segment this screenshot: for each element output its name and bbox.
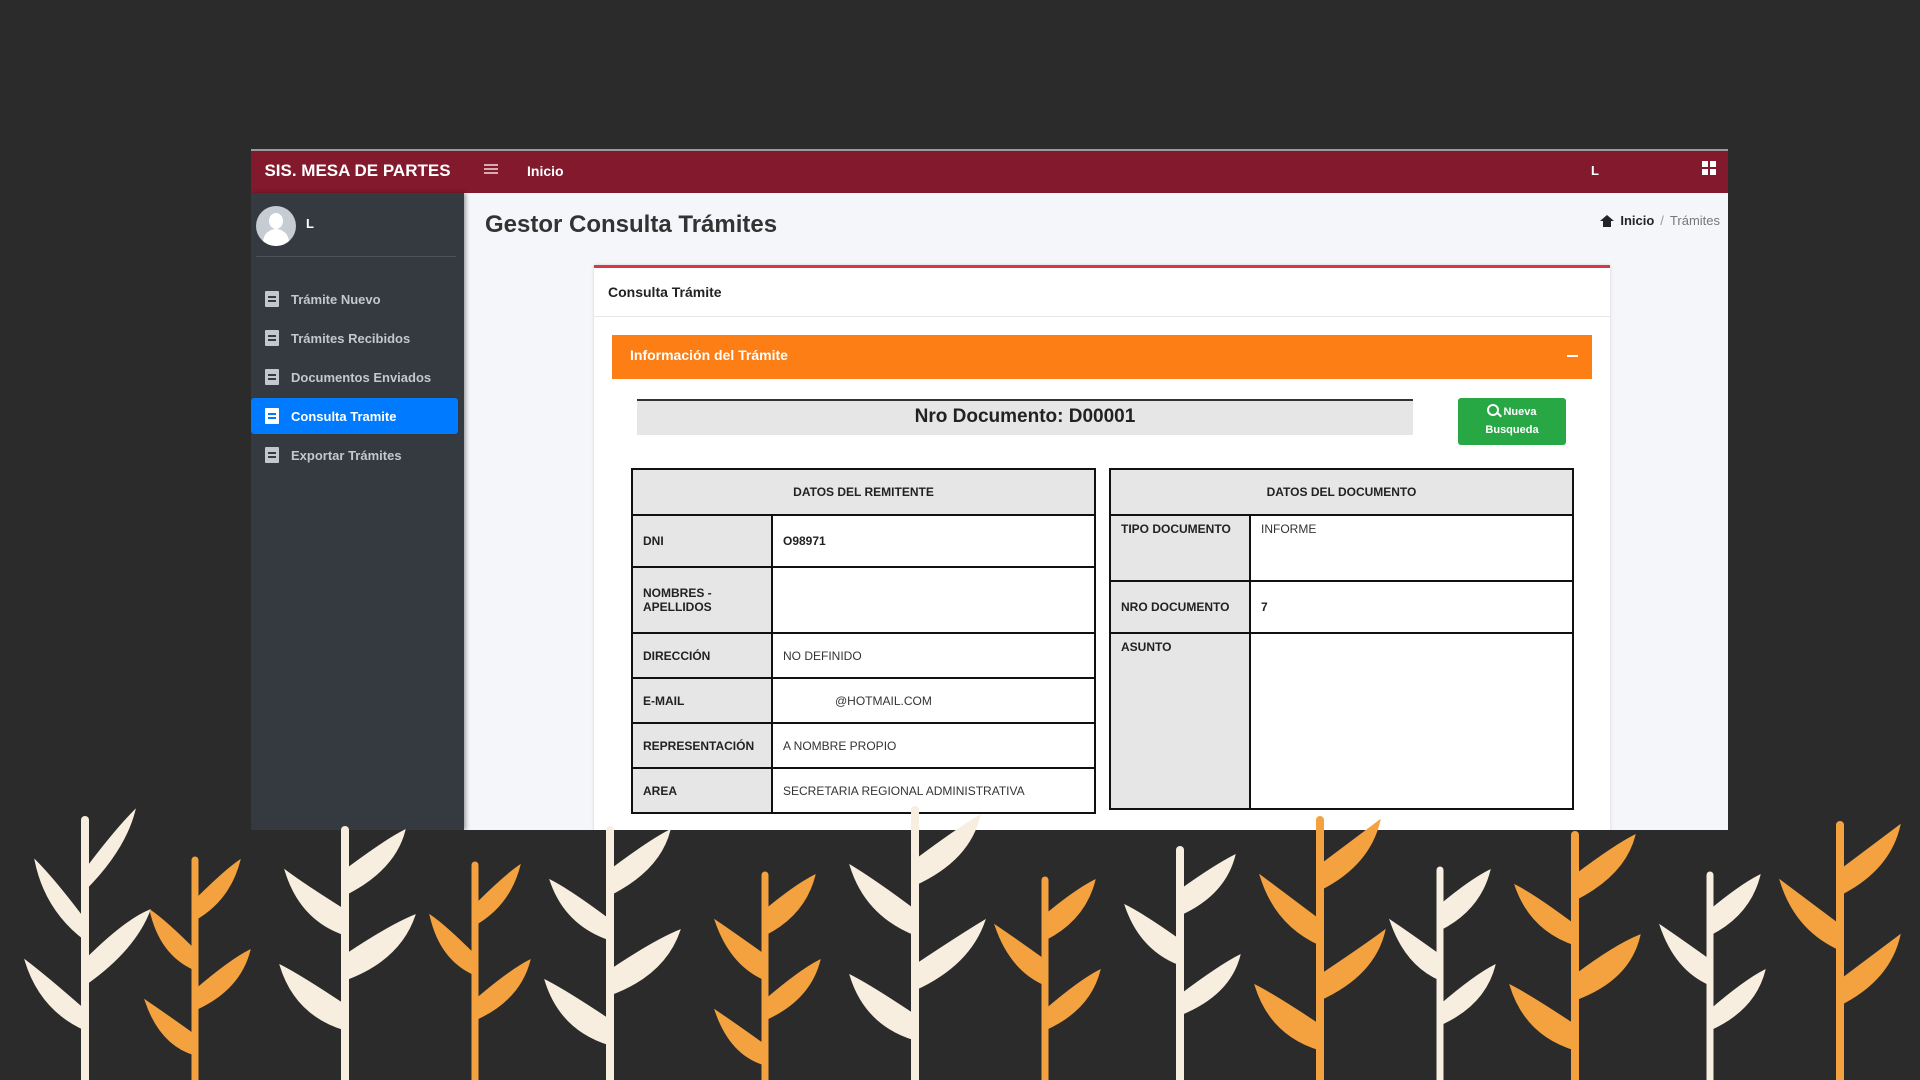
- nombres-label: NOMBRES - APELLIDOS: [631, 566, 773, 634]
- info-tramite-title: Información del Trámite: [630, 347, 788, 363]
- dni-label: DNI: [631, 514, 773, 568]
- breadcrumb: Inicio / Trámites: [1600, 213, 1720, 228]
- file-plus-icon: [265, 291, 279, 307]
- nro-documento-value: 7: [1249, 580, 1574, 634]
- sidebar-user-name[interactable]: L: [306, 216, 314, 231]
- sidebar-item-label: Documentos Enviados: [291, 369, 432, 385]
- representacion-value: A NOMBRE PROPIO: [771, 722, 1096, 769]
- sidebar-item-documentos-enviados[interactable]: Documentos Enviados: [251, 359, 458, 395]
- card-header: Consulta Trámite: [594, 268, 1610, 317]
- sidebar-item-tramites-recibidos[interactable]: Trámites Recibidos: [251, 320, 458, 356]
- page-title: Gestor Consulta Trámites: [485, 211, 778, 238]
- documento-header: DATOS DEL DOCUMENTO: [1109, 468, 1574, 516]
- breadcrumb-separator: /: [1660, 213, 1664, 228]
- email-label: E-MAIL: [631, 677, 773, 724]
- sidebar-item-label: Consulta Tramite: [291, 408, 397, 424]
- home-icon: [1600, 214, 1615, 227]
- sidebar-item-label: Trámite Nuevo: [291, 291, 381, 307]
- email-value: @HOTMAIL.COM: [771, 677, 1096, 724]
- doc-number-display: Nro Documento: D00001: [637, 399, 1413, 435]
- file-pdf-icon: [265, 447, 279, 463]
- documento-table: DATOS DEL DOCUMENTO TIPO DOCUMENTO INFORM…: [1109, 468, 1574, 810]
- nro-documento-label: NRO DOCUMENTO: [1109, 580, 1251, 634]
- user-panel: L: [256, 206, 456, 257]
- apps-grid-icon[interactable]: [1702, 161, 1716, 175]
- edit-icon: [265, 330, 279, 346]
- remitente-table: DATOS DEL REMITENTE DNI O98971 NOMBRES - …: [631, 468, 1096, 814]
- dni-value: O98971: [771, 514, 1096, 568]
- new-search-label-2: Busqueda: [1485, 424, 1539, 436]
- sidebar-item-tramite-nuevo[interactable]: Trámite Nuevo: [251, 281, 458, 317]
- sidebar-item-exportar-tramites[interactable]: Exportar Trámites: [251, 437, 458, 473]
- avatar: [256, 206, 296, 246]
- direccion-label: DIRECCIÓN: [631, 632, 773, 679]
- main-content: Gestor Consulta Trámites Inicio / Trámit…: [464, 193, 1728, 830]
- asunto-value: [1249, 632, 1574, 810]
- top-navbar: SIS. MESA DE PARTES Inicio L: [251, 151, 1728, 194]
- nav-inicio-link[interactable]: Inicio: [527, 163, 564, 179]
- tipo-documento-label: TIPO DOCUMENTO: [1109, 514, 1251, 582]
- breadcrumb-home-link[interactable]: Inicio: [1620, 213, 1654, 228]
- search-icon: [1487, 404, 1500, 416]
- foliage-decoration: [24, 806, 1901, 1080]
- sidebar-menu: Trámite Nuevo Trámites Recibidos Documen…: [251, 281, 458, 476]
- sidebar-item-consulta-tramite[interactable]: Consulta Tramite: [251, 398, 458, 434]
- menu-toggle-icon[interactable]: [484, 162, 498, 176]
- sidebar-item-label: Exportar Trámites: [291, 447, 402, 463]
- asunto-label: ASUNTO: [1109, 632, 1251, 810]
- app-window: SIS. MESA DE PARTES Inicio L L Trámite N…: [251, 149, 1728, 830]
- sidebar-item-label: Trámites Recibidos: [291, 330, 411, 346]
- edit-icon: [265, 369, 279, 385]
- consulta-card: Consulta Trámite Información del Trámite…: [594, 265, 1610, 830]
- new-search-button[interactable]: Nueva Busqueda: [1458, 398, 1566, 445]
- info-tramite-bar[interactable]: Información del Trámite: [612, 335, 1592, 379]
- tipo-documento-value: INFORME: [1249, 514, 1574, 582]
- brand-title[interactable]: SIS. MESA DE PARTES: [251, 151, 464, 194]
- edit-icon: [265, 408, 279, 424]
- nombres-value: [771, 566, 1096, 634]
- breadcrumb-current: Trámites: [1669, 213, 1720, 228]
- direccion-value: NO DEFINIDO: [771, 632, 1096, 679]
- leaf-sprig-icon: [24, 806, 1901, 1080]
- sidebar: L Trámite Nuevo Trámites Recibidos Docum…: [251, 193, 464, 830]
- collapse-icon[interactable]: [1567, 355, 1578, 357]
- remitente-header: DATOS DEL REMITENTE: [631, 468, 1096, 516]
- top-user-label[interactable]: L: [1591, 163, 1599, 178]
- new-search-label-1: Nueva: [1503, 406, 1537, 418]
- representacion-label: REPRESENTACIÓN: [631, 722, 773, 769]
